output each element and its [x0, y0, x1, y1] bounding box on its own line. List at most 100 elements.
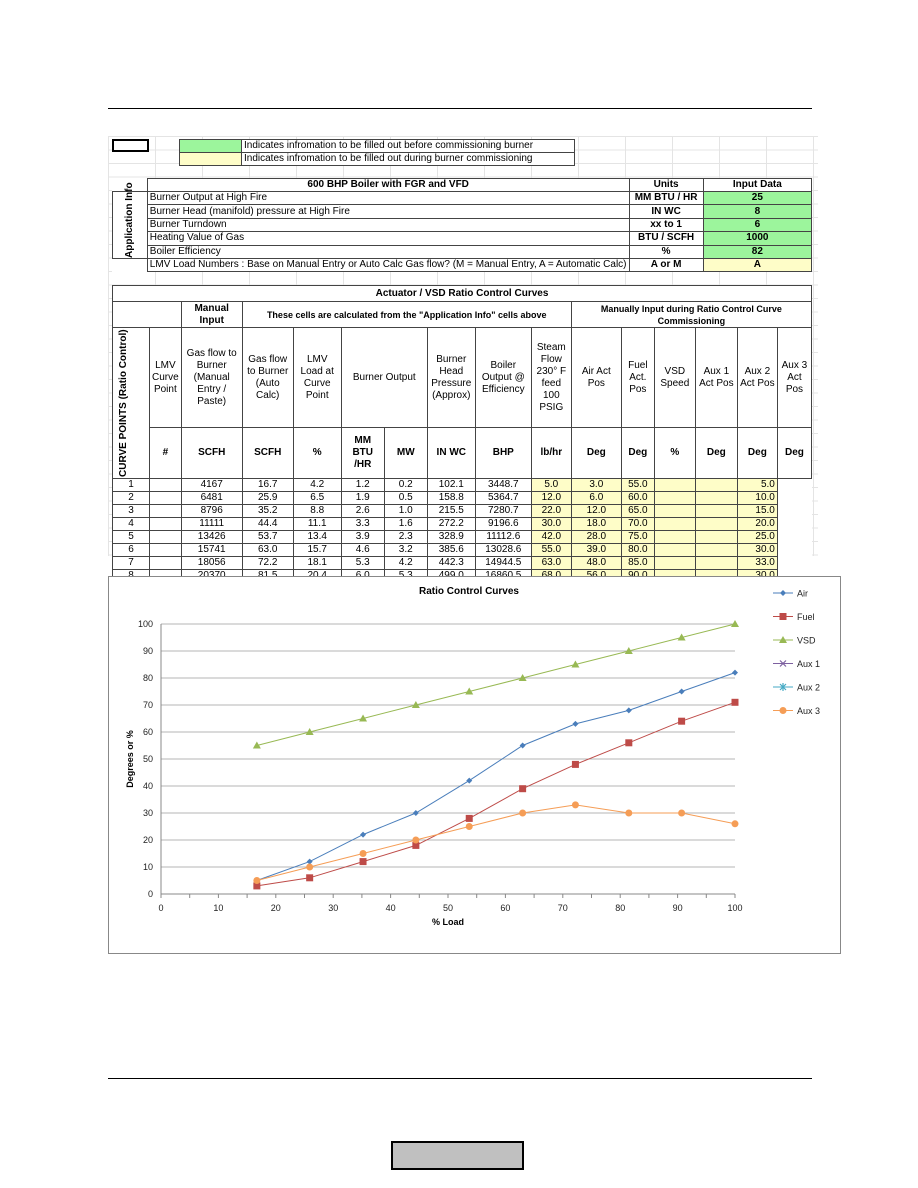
application-info-label: Application Info [112, 182, 148, 259]
commissioning-cell[interactable]: 18.0 [570, 517, 622, 531]
y-axis-label: Degrees or % [125, 730, 135, 788]
manual-gas-flow-cell[interactable] [149, 556, 182, 570]
commissioning-cell[interactable]: 6.0 [570, 491, 622, 505]
commissioning-cell[interactable] [653, 491, 696, 505]
commissioning-cell[interactable]: 33.0 [736, 556, 778, 570]
commissioning-cell[interactable] [694, 556, 738, 570]
table-cell: 13028.6 [474, 543, 532, 557]
data-point-aux-3 [412, 836, 420, 844]
legend-label-aux-3: Aux 3 [797, 706, 820, 716]
commissioning-cell[interactable] [694, 530, 738, 544]
table-cell: 9196.6 [474, 517, 532, 531]
manual-gas-flow-cell[interactable] [149, 504, 182, 518]
chart-svg: Ratio Control Curves 0 10 20 30 40 50 60 70 80 90 1… [125, 586, 820, 927]
table-cell: 328.9 [426, 530, 476, 544]
commissioning-cell[interactable] [694, 543, 738, 557]
table-cell: 102.1 [426, 478, 476, 492]
commissioning-cell[interactable]: 12.0 [570, 504, 622, 518]
commissioning-cell[interactable] [653, 517, 696, 531]
table-cell: 8.8 [292, 504, 342, 518]
app-row-input[interactable]: 82 [702, 244, 813, 260]
commissioning-cell[interactable] [653, 556, 696, 570]
data-point-aux-3 [625, 809, 633, 817]
data-point-air [732, 669, 738, 676]
manual-gas-flow-cell[interactable] [149, 530, 182, 544]
manual-gas-flow-cell[interactable] [149, 517, 182, 531]
table-cell: 63.0 [241, 543, 294, 557]
commissioning-cell[interactable]: 5.0 [736, 478, 778, 492]
commissioning-cell[interactable]: 70.0 [620, 517, 655, 531]
commissioning-cell[interactable]: 42.0 [530, 530, 572, 544]
table-row: 1 4167 16.7 4.2 1.2 0.2 102.1 3448.7 5.0 3.0 55.0 5… [111, 478, 812, 492]
commissioning-cell[interactable]: 10.0 [736, 491, 778, 505]
table-cell: 11.1 [292, 517, 342, 531]
lmv-row-label: LMV Load Numbers : Base on Manual Entry … [146, 258, 630, 272]
commissioning-cell[interactable] [694, 504, 738, 518]
x-axis-label: % Load [432, 917, 464, 927]
col-header: Boiler Output @ Efficiency [474, 326, 532, 429]
legend-marker-aux-3 [779, 707, 787, 714]
legend-label-aux-2: Aux 2 [797, 683, 820, 693]
unit-header: SCFH [241, 427, 294, 479]
manual-gas-flow-cell[interactable] [149, 543, 182, 557]
commissioning-cell[interactable]: 20.0 [736, 517, 778, 531]
commissioning-cell[interactable]: 30.0 [530, 517, 572, 531]
lmv-row-input[interactable]: A [702, 258, 813, 272]
commissioning-cell[interactable]: 5.0 [530, 478, 572, 492]
commissioning-cell[interactable]: 65.0 [620, 504, 655, 518]
data-point-aux-3 [306, 863, 314, 871]
y-tick-label: 100 [138, 619, 153, 629]
table-cell: 0.5 [383, 491, 428, 505]
table-cell: 442.3 [426, 556, 476, 570]
col-header: Gas flow to Burner (Auto Calc) [241, 326, 294, 429]
commissioning-cell[interactable]: 48.0 [570, 556, 622, 570]
table-cell: 7 [111, 556, 151, 570]
commissioning-cell[interactable] [653, 543, 696, 557]
commissioning-cell[interactable]: 39.0 [570, 543, 622, 557]
commissioning-cell[interactable]: 22.0 [530, 504, 572, 518]
manual-gas-flow-cell[interactable] [149, 491, 182, 505]
col-header: Air Act Pos [570, 326, 622, 429]
commissioning-cell[interactable] [653, 504, 696, 518]
manual-gas-flow-cell[interactable] [149, 478, 182, 492]
unit-header: Deg [620, 427, 655, 479]
x-tick-label: 0 [158, 903, 163, 913]
commissioning-cell[interactable]: 63.0 [530, 556, 572, 570]
col-header: LMV Curve Point [149, 326, 182, 429]
commissioning-cell[interactable]: 12.0 [530, 491, 572, 505]
table-cell: 5.3 [340, 556, 385, 570]
commissioning-cell[interactable]: 25.0 [736, 530, 778, 544]
col-header: Aux 2 Act Pos [736, 326, 778, 429]
commissioning-cell[interactable] [694, 517, 738, 531]
commissioning-cell[interactable]: 55.0 [620, 478, 655, 492]
unit-header: MW [383, 427, 428, 479]
app-row-input[interactable]: 1000 [702, 231, 813, 246]
commissioning-cell[interactable] [653, 478, 696, 492]
app-row-units: IN WC [628, 204, 704, 219]
table-cell: 6.5 [292, 491, 342, 505]
commissioning-cell[interactable]: 75.0 [620, 530, 655, 544]
app-row-label: Boiler Efficiency [146, 244, 630, 260]
commissioning-cell[interactable]: 15.0 [736, 504, 778, 518]
table-cell: 158.8 [426, 491, 476, 505]
table-cell: 13426 [180, 530, 243, 544]
commissioning-cell[interactable]: 60.0 [620, 491, 655, 505]
app-row-input[interactable]: 25 [702, 190, 813, 206]
x-tick-label: 30 [328, 903, 338, 913]
table-cell: 11111 [180, 517, 243, 531]
commissioning-cell[interactable]: 3.0 [570, 478, 622, 492]
commissioning-cell[interactable] [694, 491, 738, 505]
commissioning-cell[interactable]: 80.0 [620, 543, 655, 557]
selected-cell[interactable] [112, 139, 149, 152]
table-cell: 4.6 [340, 543, 385, 557]
commissioning-cell[interactable]: 85.0 [620, 556, 655, 570]
commissioning-cell[interactable] [653, 530, 696, 544]
x-tick-label: 90 [673, 903, 683, 913]
table-cell: 4 [111, 517, 151, 531]
app-row-input[interactable]: 8 [702, 204, 813, 219]
commissioning-cell[interactable]: 30.0 [736, 543, 778, 557]
app-row-input[interactable]: 6 [702, 217, 813, 233]
commissioning-cell[interactable]: 28.0 [570, 530, 622, 544]
commissioning-cell[interactable]: 55.0 [530, 543, 572, 557]
commissioning-cell[interactable] [694, 478, 738, 492]
